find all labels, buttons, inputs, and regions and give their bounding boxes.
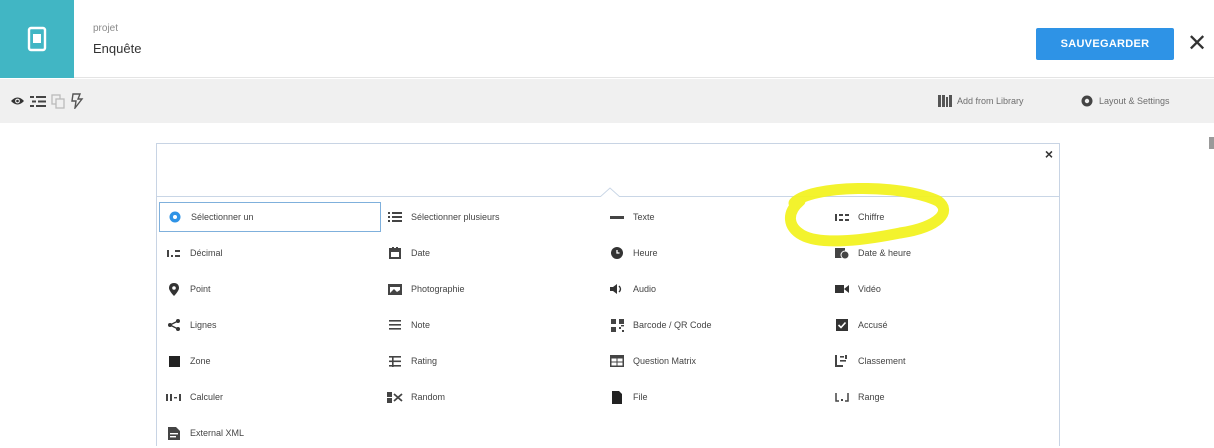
project-type-icon <box>0 0 74 78</box>
table-icon <box>609 354 625 368</box>
sort-icon <box>834 354 850 368</box>
calendar-icon <box>387 246 403 260</box>
image-icon <box>387 282 403 296</box>
file-icon <box>609 390 625 404</box>
question-type-label: Photographie <box>411 284 465 294</box>
question-type-label: Question Matrix <box>633 356 697 366</box>
form-icon <box>27 26 47 52</box>
rating-icon <box>387 354 403 368</box>
question-type-audio[interactable]: Audio <box>602 274 812 304</box>
project-title[interactable]: Enquête <box>93 41 141 56</box>
question-type-label: Vidéo <box>858 284 881 294</box>
question-type-label: Accusé <box>858 320 888 330</box>
calculate-icon <box>166 390 182 404</box>
question-type-table[interactable]: Question Matrix <box>602 346 812 376</box>
audio-icon <box>609 282 625 296</box>
question-type-square[interactable]: Zone <box>159 346 381 376</box>
external-xml-icon <box>166 426 182 440</box>
layout-settings-button[interactable]: Layout & Settings <box>1080 90 1170 112</box>
question-type-rating[interactable]: Rating <box>380 346 590 376</box>
question-type-label: Décimal <box>190 248 223 258</box>
share-icon <box>166 318 182 332</box>
question-type-list[interactable]: Sélectionner plusieurs <box>380 202 590 232</box>
question-type-label: Heure <box>633 248 658 258</box>
list-icon <box>387 210 403 224</box>
question-type-label: Rating <box>411 356 438 366</box>
question-type-label: Texte <box>633 212 655 222</box>
square-icon <box>166 354 182 368</box>
clock-icon <box>609 246 625 260</box>
question-type-map-pin[interactable]: Point <box>159 274 381 304</box>
text-icon <box>609 210 625 224</box>
question-type-check-square[interactable]: Accusé <box>827 310 1037 340</box>
question-type-label: Zone <box>190 356 211 366</box>
question-type-label: Classement <box>858 356 906 366</box>
question-type-video[interactable]: Vidéo <box>827 274 1037 304</box>
question-type-label: Barcode / QR Code <box>633 320 712 330</box>
note-icon <box>387 318 403 332</box>
scrollbar-handle[interactable] <box>1209 137 1214 149</box>
question-type-label: Sélectionner plusieurs <box>411 212 500 222</box>
question-type-radio[interactable]: Sélectionner un <box>159 202 381 232</box>
question-type-range[interactable]: Range <box>827 382 1037 412</box>
question-type-label: Date <box>411 248 431 258</box>
question-type-decimal[interactable]: Décimal <box>159 238 381 268</box>
gear-icon <box>1081 95 1093 107</box>
question-type-label: External XML <box>190 428 245 438</box>
layout-settings-label: Layout & Settings <box>1099 96 1170 106</box>
question-type-share[interactable]: Lignes <box>159 310 381 340</box>
caret-up-icon <box>600 187 620 197</box>
range-icon <box>834 390 850 404</box>
library-icon <box>938 95 952 107</box>
question-type-label: Audio <box>633 284 657 294</box>
question-type-calendar[interactable]: Date <box>380 238 590 268</box>
question-type-sort[interactable]: Classement <box>827 346 1037 376</box>
structure-list-icon[interactable] <box>30 93 46 109</box>
form-toolbar <box>0 79 1214 123</box>
question-type-file[interactable]: File <box>602 382 812 412</box>
question-type-external-xml[interactable]: External XML <box>159 418 381 448</box>
question-type-random[interactable]: Random <box>380 382 590 412</box>
add-from-library-label: Add from Library <box>957 96 1024 106</box>
random-icon <box>387 390 403 404</box>
project-label: projet <box>93 23 119 34</box>
question-type-label: Random <box>411 392 446 402</box>
top-header: projet Enquête SAUVEGARDER ✕ <box>0 0 1214 78</box>
question-type-label: Lignes <box>190 320 217 330</box>
question-type-label: Note <box>411 320 431 330</box>
question-type-note[interactable]: Note <box>380 310 590 340</box>
save-button[interactable]: SAUVEGARDER <box>1036 28 1174 60</box>
question-type-label: Calculer <box>190 392 224 402</box>
decimal-icon <box>166 246 182 260</box>
qr-code-icon <box>609 318 625 332</box>
question-type-label: Sélectionner un <box>191 212 254 222</box>
radio-icon <box>167 210 183 224</box>
close-icon[interactable]: ✕ <box>1186 30 1208 58</box>
video-icon <box>834 282 850 296</box>
question-type-qr-code[interactable]: Barcode / QR Code <box>602 310 812 340</box>
map-pin-icon <box>166 282 182 296</box>
highlight-annotation <box>785 183 949 247</box>
add-from-library-button[interactable]: Add from Library <box>938 90 1024 112</box>
preview-eye-icon[interactable] <box>10 93 25 109</box>
check-square-icon <box>834 318 850 332</box>
question-type-label: File <box>633 392 648 402</box>
question-type-image[interactable]: Photographie <box>380 274 590 304</box>
question-type-calculate[interactable]: Calculer <box>159 382 381 412</box>
question-type-label: Point <box>190 284 211 294</box>
question-type-label: Range <box>858 392 885 402</box>
copy-icon[interactable] <box>51 93 65 109</box>
modal-close-icon[interactable]: × <box>1042 147 1056 161</box>
library-tool-icon[interactable] <box>70 93 84 109</box>
